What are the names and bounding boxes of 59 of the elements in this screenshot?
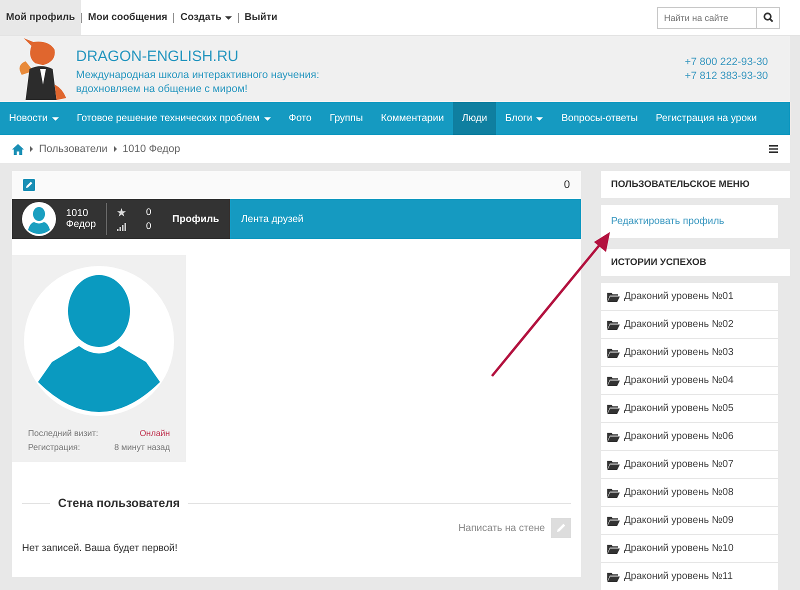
- signal-icon: [117, 222, 126, 230]
- section-heading: ИСТОРИИ УСПЕХОВ: [601, 249, 790, 276]
- folder-icon: [607, 544, 620, 554]
- detail-label: Регистрация:: [28, 441, 80, 454]
- karma-value: 0: [146, 220, 152, 232]
- breadcrumb-link[interactable]: Пользователи: [39, 143, 108, 155]
- story-item[interactable]: Драконий уровень №11: [601, 563, 778, 590]
- menu-icon[interactable]: [769, 145, 778, 153]
- home-icon[interactable]: [12, 144, 24, 154]
- phone-number: +7 800 222-93-30: [684, 55, 768, 69]
- story-item[interactable]: Драконий уровень №09: [601, 507, 778, 535]
- story-item[interactable]: Драконий уровень №07: [601, 451, 778, 479]
- section-heading: ПОЛЬЗОВАТЕЛЬСКОЕ МЕНЮ: [601, 171, 790, 198]
- detail-label: Последний визит:: [28, 427, 98, 440]
- story-item[interactable]: Драконий уровень №04: [601, 367, 778, 395]
- folder-icon: [607, 292, 620, 302]
- detail-value: Онлайн: [140, 427, 170, 440]
- folder-icon: [607, 404, 620, 414]
- search-icon: [762, 12, 774, 23]
- story-item[interactable]: Драконий уровень №06: [601, 423, 778, 451]
- folder-icon: [607, 320, 620, 330]
- detail-value: 8 минут назад: [114, 441, 170, 454]
- story-item[interactable]: Драконий уровень №02: [601, 311, 778, 339]
- chevron-icon: [114, 146, 117, 152]
- story-item[interactable]: Драконий уровень №10: [601, 535, 778, 563]
- story-item[interactable]: Драконий уровень №03: [601, 339, 778, 367]
- folder-icon: [607, 572, 620, 582]
- top-link[interactable]: Мой профиль: [0, 0, 82, 35]
- rating-value: 0: [146, 206, 152, 218]
- story-item[interactable]: Драконий уровень №08: [601, 479, 778, 507]
- nav-item[interactable]: Люди: [452, 102, 496, 135]
- pencil-icon: [555, 522, 567, 534]
- wall-title: Стена пользователя: [58, 496, 180, 510]
- count-label: 0: [564, 179, 570, 191]
- folder-icon: [607, 376, 620, 386]
- edit-icon[interactable]: [23, 179, 35, 191]
- empty-wall-message: Нет записей. Ваша будет первой!: [22, 543, 179, 554]
- folder-icon: [607, 516, 620, 526]
- user-name: 1010: [66, 208, 90, 219]
- folder-icon: [607, 488, 620, 498]
- folder-icon: [607, 460, 620, 470]
- profile-tab[interactable]: Профиль: [161, 199, 230, 239]
- folder-icon: [607, 348, 620, 358]
- chevron-icon: [30, 146, 33, 152]
- story-item[interactable]: Драконий уровень №01: [601, 283, 778, 311]
- story-item[interactable]: Драконий уровень №05: [601, 395, 778, 423]
- phone-number: +7 812 383-93-30: [684, 69, 768, 83]
- write-on-wall-link[interactable]: Написать на стене: [458, 522, 545, 534]
- top-link[interactable]: Мои сообщения: [82, 0, 174, 35]
- breadcrumb-link[interactable]: 1010 Федор: [122, 143, 180, 155]
- top-link[interactable]: Выйти: [238, 0, 284, 35]
- folder-icon: [607, 432, 620, 442]
- user-name: Федор: [66, 219, 97, 230]
- search-button[interactable]: [757, 6, 780, 28]
- star-icon: [117, 208, 126, 216]
- search-field[interactable]: Найти на сайте: [657, 6, 757, 28]
- top-link[interactable]: Создать: [174, 0, 238, 35]
- site-tagline: Международная школа интерактивного научения: вдохновляем на общение с миром!: [76, 68, 320, 96]
- avatar-icon: [22, 202, 56, 236]
